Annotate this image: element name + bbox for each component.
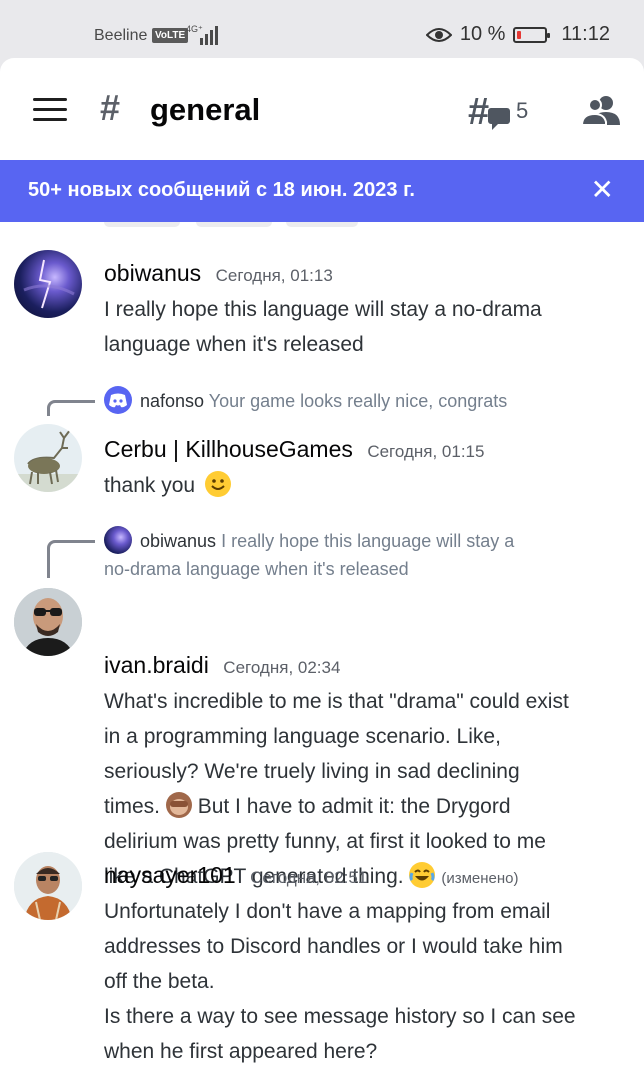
message-line: Is there a way to see message history so…	[104, 1005, 576, 1028]
reply-text: I really hope this language will stay a	[221, 531, 515, 551]
new-messages-text: 50+ новых сообщений с 18 июн. 2023 г.	[28, 179, 415, 201]
clock: 11:12	[561, 23, 610, 45]
channel-title: general	[150, 92, 261, 127]
discord-logo-icon	[104, 386, 132, 414]
reply-preview[interactable]: obiwanus I really hope this language wil…	[104, 526, 624, 583]
avatar[interactable]	[14, 852, 82, 920]
message-timestamp: Сегодня, 02:51	[250, 868, 368, 887]
message-line: seriously? We're truely living in sad de…	[104, 760, 520, 783]
reply-spine	[47, 540, 95, 578]
signal-icon: 4G⁺	[186, 24, 218, 45]
reply-author[interactable]: obiwanus	[140, 531, 216, 551]
reply-avatar	[104, 526, 132, 554]
message-timestamp: Сегодня, 01:15	[367, 442, 485, 461]
new-messages-banner[interactable]: 50+ новых сообщений с 18 июн. 2023 г. ✕	[0, 160, 644, 222]
message-author[interactable]: obiwanus	[104, 260, 201, 286]
threads-count: 5	[516, 98, 529, 123]
message-timestamp: Сегодня, 01:13	[215, 266, 333, 285]
message-content: thank you	[104, 468, 634, 503]
reply-preview[interactable]: nafonso Your game looks really nice, con…	[104, 386, 624, 415]
eye-icon	[425, 27, 452, 42]
message-line: when he first appeared here?	[104, 1040, 378, 1063]
message-timestamp: Сегодня, 02:34	[223, 658, 341, 677]
message-author[interactable]: naysayer101	[104, 862, 236, 888]
reply-author[interactable]: nafonso	[140, 391, 204, 411]
discord-app: # general # 5 50+ новых сообщений с 18 и…	[0, 58, 644, 1080]
message-line: But I have to admit it: the Drygord	[197, 795, 511, 818]
reply-text: no-drama language when it's released	[104, 559, 409, 579]
slightly-smiling-emoji-icon	[204, 471, 231, 497]
message-line: I really hope this language will stay a …	[104, 298, 542, 321]
network-type: 4G⁺	[186, 24, 203, 34]
see-no-evil-monkey-emoji-icon	[165, 792, 192, 818]
message-line: in a programming language scenario. Like…	[104, 725, 501, 748]
svg-text:#: #	[468, 92, 489, 132]
volte-badge: VoLTE	[152, 28, 189, 43]
avatar[interactable]	[14, 588, 82, 656]
message-content: I really hope this language will stay a …	[104, 292, 634, 362]
message-line: thank you	[104, 474, 196, 497]
message-item[interactable]: nafonso Your game looks really nice, con…	[0, 384, 644, 504]
message-line: addresses to Discord handles or I would …	[104, 935, 563, 958]
members-icon[interactable]	[582, 94, 620, 126]
reply-spine	[47, 400, 95, 416]
battery-percent: 10 %	[459, 23, 506, 45]
menu-icon[interactable]	[33, 98, 67, 122]
message-item[interactable]: obiwanus Сегодня, 01:13 I really hope th…	[0, 246, 644, 366]
avatar[interactable]	[14, 250, 82, 318]
message-line: Unfortunately I don't have a mapping fro…	[104, 900, 551, 923]
message-line-group: times. But I have to admit it: the Drygo…	[104, 789, 634, 824]
carrier-name: Beeline	[94, 27, 148, 44]
threads-icon: #	[468, 91, 510, 133]
avatar[interactable]	[14, 424, 82, 492]
threads-button[interactable]: # 5	[468, 91, 540, 133]
close-icon[interactable]: ✕	[591, 176, 614, 204]
message-item[interactable]: naysayer101 Сегодня, 02:51 Unfortunately…	[0, 850, 644, 1080]
message-line: off the beta.	[104, 970, 215, 993]
message-line: language when it's released	[104, 333, 364, 356]
message-content: Unfortunately I don't have a mapping fro…	[104, 894, 634, 1069]
message-author[interactable]: ivan.braidi	[104, 652, 209, 678]
message-item[interactable]: obiwanus I really hope this language wil…	[0, 524, 644, 888]
battery-icon	[513, 26, 551, 43]
reply-text: Your game looks really nice, congrats	[208, 391, 508, 411]
channel-header: # general # 5	[0, 58, 644, 160]
message-line: times.	[104, 795, 161, 818]
message-line: What's incredible to me is that "drama" …	[104, 690, 569, 713]
message-author[interactable]: Cerbu | KillhouseGames	[104, 436, 353, 462]
channel-hash-icon: #	[100, 87, 121, 128]
